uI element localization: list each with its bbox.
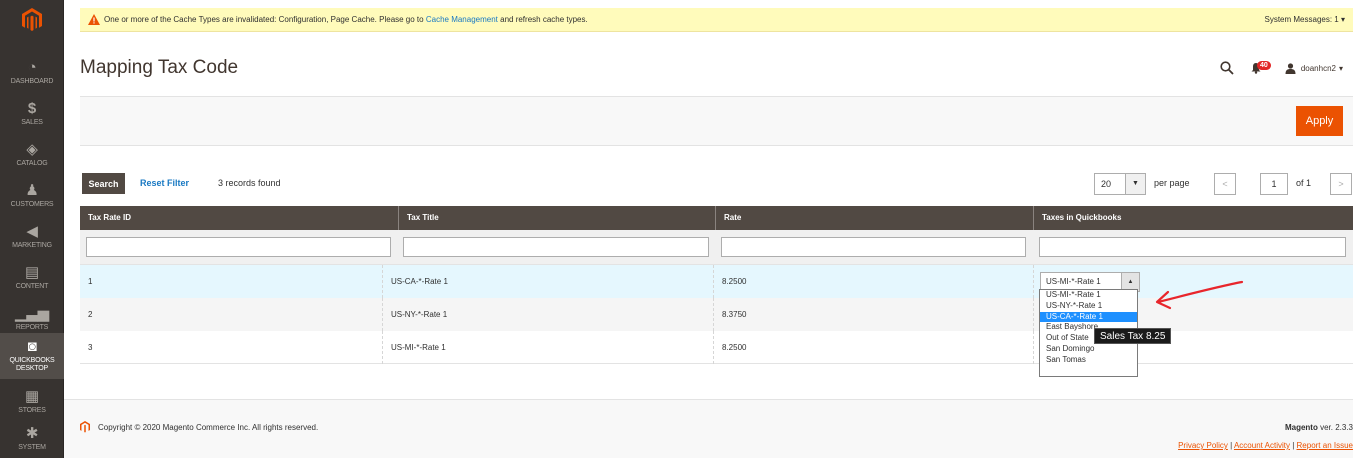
quickbooks-icon: ◙ [27, 338, 37, 355]
page-number-input[interactable]: 1 [1260, 173, 1288, 195]
page-total: of 1 [1296, 178, 1312, 188]
sidebar-item-catalog[interactable]: ◈ CATALOG [0, 134, 64, 175]
column-header-tax-rate-id[interactable]: Tax Rate ID [80, 206, 398, 230]
user-icon [1285, 62, 1296, 74]
sidebar-item-label: MARKETING [12, 242, 52, 249]
cell-tax-rate-id: 2 [88, 310, 93, 319]
cell-tax-title: US-NY-*-Rate 1 [382, 298, 447, 331]
column-header-taxes-in-quickbooks[interactable]: Taxes in Quickbooks [1033, 206, 1353, 230]
system-message-bar: One or more of the Cache Types are inval… [64, 0, 1353, 40]
page-footer: Copyright © 2020 Magento Commerce Inc. A… [64, 399, 1353, 458]
notifications-badge: 40 [1257, 60, 1271, 70]
reset-filter-link[interactable]: Reset Filter [140, 178, 189, 188]
prev-page-button[interactable]: < [1214, 173, 1236, 195]
dashboard-icon: ◔ [27, 59, 37, 76]
copyright-text: Copyright © 2020 Magento Commerce Inc. A… [98, 423, 319, 432]
sidebar-item-customers[interactable]: ♟ CUSTOMERS [0, 175, 64, 216]
filter-tax-title-input[interactable] [403, 237, 709, 257]
user-menu[interactable]: doanhcn2 ▾ [1285, 62, 1343, 74]
cell-rate: 8.3750 [713, 298, 746, 331]
sidebar-item-sales[interactable]: $ SALES [0, 93, 64, 134]
apply-button[interactable]: Apply [1296, 106, 1343, 136]
dollar-icon: $ [27, 100, 37, 117]
filter-row [80, 230, 1353, 265]
cache-management-link[interactable]: Cache Management [426, 15, 498, 24]
sidebar-item-label: SYSTEM [18, 444, 46, 451]
cell-tax-title: US-CA-*-Rate 1 [382, 265, 448, 298]
sidebar-item-system[interactable]: ✱ SYSTEM [0, 418, 64, 458]
dropdown-option[interactable]: San Domingo [1040, 344, 1137, 355]
gear-icon: ✱ [25, 425, 39, 442]
chevron-right-icon: > [1338, 179, 1344, 189]
bar-chart-icon: ▁▃▅ [14, 305, 49, 322]
system-messages-toggle[interactable]: System Messages: 1 ▾ [1265, 8, 1346, 32]
sidebar-item-dashboard[interactable]: ◔ DASHBOARD [0, 52, 64, 93]
system-message-text: One or more of the Cache Types are inval… [104, 15, 588, 24]
search-icon[interactable] [1220, 61, 1234, 75]
admin-app: ◔ DASHBOARD $ SALES ◈ CATALOG ♟ CUSTOMER… [0, 0, 1353, 458]
records-count: 3 records found [218, 178, 281, 188]
warning-icon [88, 14, 100, 25]
report-issue-link[interactable]: Report an Issue [1297, 441, 1353, 450]
sidebar-item-label: CONTENT [15, 283, 49, 290]
filter-rate-input[interactable] [721, 237, 1026, 257]
megaphone-icon: ◀ [26, 223, 38, 240]
store-icon: ▦ [25, 388, 39, 405]
sidebar-item-label: STORES [18, 407, 46, 414]
dropdown-option[interactable]: San Tomas [1040, 355, 1137, 366]
caret-down-icon: ▼ [1125, 174, 1145, 194]
dropdown-option[interactable]: US-MI-*-Rate 1 [1040, 290, 1137, 301]
sidebar-item-content[interactable]: ▤ CONTENT [0, 257, 64, 298]
cell-rate: 8.2500 [713, 331, 746, 364]
per-page-select[interactable]: 20 ▼ [1094, 173, 1146, 195]
admin-sidebar: ◔ DASHBOARD $ SALES ◈ CATALOG ♟ CUSTOMER… [0, 0, 64, 458]
filter-quickbooks-input[interactable] [1039, 237, 1346, 257]
page-title: Mapping Tax Code [80, 57, 239, 78]
system-message: One or more of the Cache Types are inval… [80, 8, 1353, 32]
magento-logo[interactable] [0, 0, 64, 40]
cell-rate: 8.2500 [713, 265, 746, 298]
privacy-policy-link[interactable]: Privacy Policy [1178, 441, 1228, 450]
next-page-button[interactable]: > [1330, 173, 1352, 195]
dropdown-option-highlighted[interactable]: US-CA-*-Rate 1 [1040, 311, 1137, 323]
sidebar-item-label: DASHBOARD [10, 78, 54, 85]
content-icon: ▤ [25, 264, 39, 281]
caret-down-icon: ▾ [1338, 63, 1343, 73]
version-text: Magento ver. 2.3.3 [1284, 423, 1353, 432]
search-button[interactable]: Search [82, 173, 125, 194]
sidebar-item-stores[interactable]: ▦ STORES [0, 381, 64, 422]
per-page-label: per page [1154, 178, 1190, 188]
caret-down-icon: ▾ [1340, 15, 1345, 24]
sidebar-item-label: REPORTS [15, 324, 49, 331]
person-icon: ♟ [25, 182, 39, 199]
sidebar-item-label: CATALOG [16, 160, 48, 167]
magento-logo-icon [22, 8, 42, 31]
sidebar-item-quickbooks-desktop[interactable]: ◙ QUICKBOOKS DESKTOP [0, 333, 64, 379]
page-actions-bar: Apply [80, 96, 1353, 146]
column-header-tax-title[interactable]: Tax Title [398, 206, 715, 230]
filter-tax-rate-id-input[interactable] [86, 237, 391, 257]
cell-tax-rate-id: 3 [88, 343, 93, 352]
box-icon: ◈ [26, 141, 38, 158]
red-arrow-annotation [1155, 280, 1244, 310]
magento-logo-icon [80, 421, 90, 433]
cell-tax-rate-id: 1 [88, 277, 93, 286]
sidebar-item-label: QUICKBOOKS DESKTOP [9, 357, 55, 372]
sidebar-item-label: SALES [21, 119, 43, 126]
dropdown-option[interactable]: US-NY-*-Rate 1 [1040, 301, 1137, 312]
header-actions: 40 doanhcn2 ▾ [1220, 56, 1343, 80]
option-tooltip: Sales Tax 8.25 [1094, 328, 1172, 344]
footer-links: Privacy Policy | Account Activity | Repo… [1178, 441, 1353, 450]
cell-tax-title: US-MI-*-Rate 1 [382, 331, 446, 364]
account-activity-link[interactable]: Account Activity [1234, 441, 1290, 450]
notifications-button[interactable]: 40 [1250, 60, 1271, 74]
column-header-rate[interactable]: Rate [715, 206, 1033, 230]
sidebar-item-label: CUSTOMERS [10, 201, 54, 208]
chevron-left-icon: < [1222, 179, 1228, 189]
username: doanhcn2 [1300, 63, 1336, 73]
sidebar-item-marketing[interactable]: ◀ MARKETING [0, 216, 64, 257]
